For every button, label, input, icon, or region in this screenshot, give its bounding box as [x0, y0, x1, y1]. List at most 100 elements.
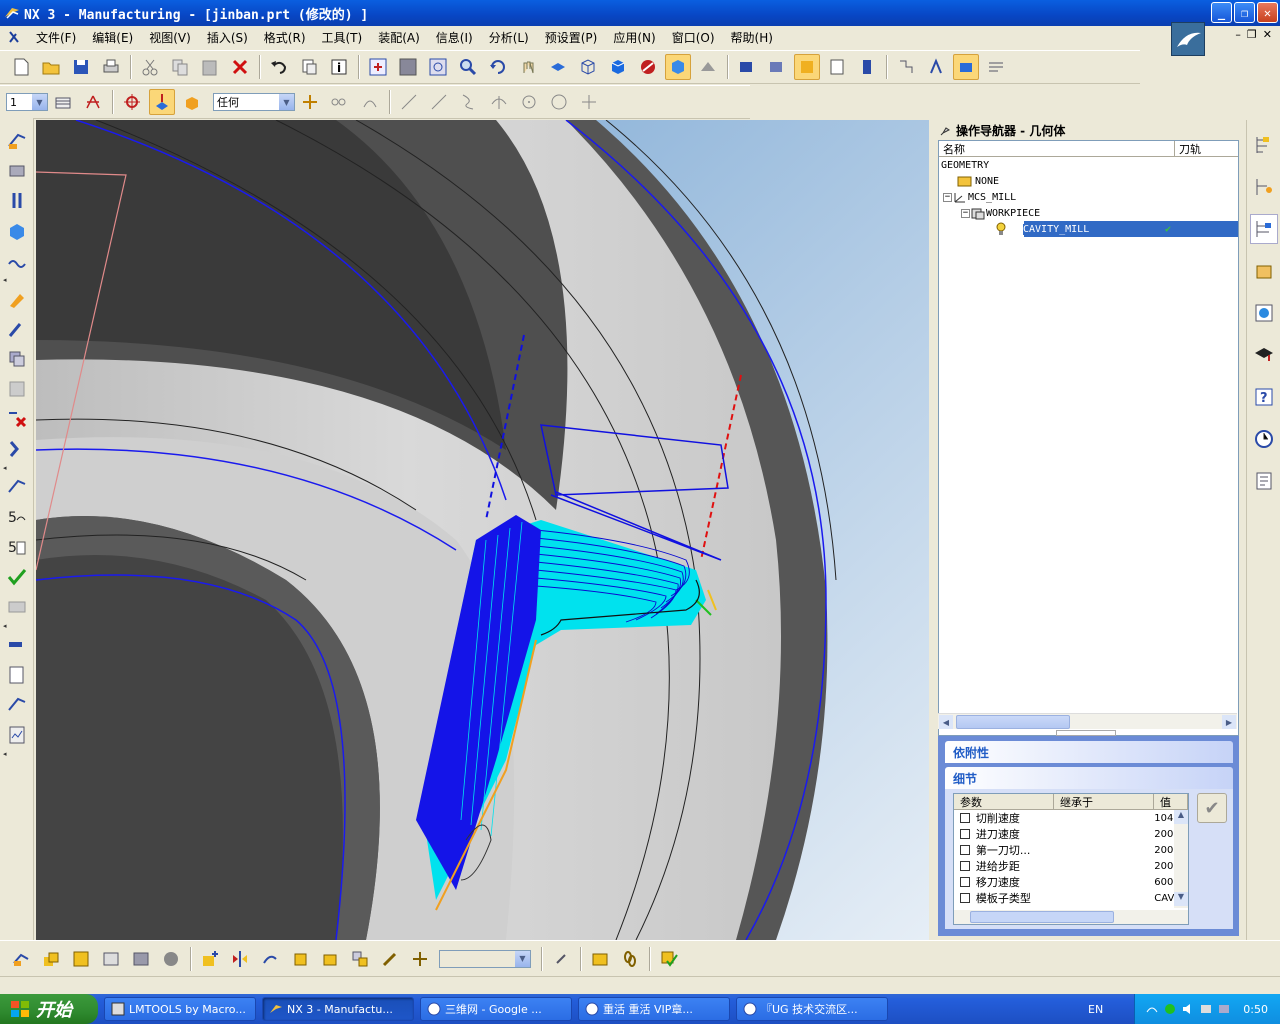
training-icon[interactable] — [1250, 340, 1278, 370]
copy-icon[interactable] — [167, 54, 193, 80]
output-cls-icon[interactable] — [4, 692, 30, 718]
params-hscrollbar[interactable] — [954, 910, 1188, 924]
pan-icon[interactable] — [515, 54, 541, 80]
scroll-left-icon[interactable]: ◀ — [939, 715, 953, 729]
column-value[interactable]: 值 — [1154, 794, 1188, 809]
open-folder-icon[interactable] — [38, 54, 64, 80]
menu-edit[interactable]: 编辑(E) — [84, 29, 141, 46]
chain-icon[interactable] — [327, 89, 353, 115]
point-icon[interactable] — [576, 89, 602, 115]
security-icon[interactable] — [1163, 1002, 1177, 1016]
sequence-icon[interactable] — [347, 946, 373, 972]
edit-object-icon[interactable] — [4, 286, 30, 312]
tree-row-geometry[interactable]: GEOMETRY — [939, 157, 1238, 173]
rotate-icon[interactable] — [485, 54, 511, 80]
param-row[interactable]: 进给步距 200 — [954, 858, 1188, 874]
cut-object-icon[interactable] — [4, 316, 30, 342]
shaded-display-icon[interactable] — [665, 54, 691, 80]
tree-row-cavity-mill[interactable]: CAVITY_MILL ✔ — [939, 221, 1238, 237]
zoom-box-icon[interactable] — [425, 54, 451, 80]
operation-navigator-tab-icon[interactable] — [1249, 214, 1278, 244]
select-body-icon[interactable] — [179, 89, 205, 115]
tray-app-icon[interactable] — [1217, 1002, 1231, 1016]
param-row[interactable]: 模板子类型 CAV — [954, 890, 1188, 906]
scroll-thumb[interactable] — [970, 911, 1114, 923]
menu-file[interactable]: 文件(F) — [28, 29, 84, 46]
param-checkbox[interactable] — [960, 861, 970, 871]
line-point-icon[interactable] — [426, 89, 452, 115]
link-icon[interactable] — [548, 946, 574, 972]
repeat-command-icon[interactable] — [296, 54, 322, 80]
param-row[interactable]: 第一刀切... 200 — [954, 842, 1188, 858]
restore-button[interactable]: ❐ — [1234, 2, 1255, 23]
column-param[interactable]: 参数 — [954, 794, 1054, 809]
create-method-icon[interactable] — [983, 54, 1009, 80]
reuse-library-icon[interactable] — [1250, 256, 1278, 286]
dependency-header[interactable]: 依附性 — [945, 741, 1233, 763]
generate-icon[interactable] — [4, 474, 30, 500]
information-icon[interactable]: i — [326, 54, 352, 80]
tree-row-mcs-mill[interactable]: − MCS_MILL — [939, 189, 1238, 205]
replay-icon[interactable]: 5 — [4, 504, 30, 530]
create-program-icon[interactable] — [4, 158, 30, 184]
arc-icon[interactable] — [486, 89, 512, 115]
kinematics-icon[interactable] — [158, 946, 184, 972]
scroll-right-icon[interactable]: ▶ — [1222, 715, 1236, 729]
column-name[interactable]: 名称 — [939, 141, 1175, 156]
param-checkbox[interactable] — [960, 845, 970, 855]
circle-point-icon[interactable] — [516, 89, 542, 115]
group-icon[interactable] — [287, 946, 313, 972]
section-view-icon[interactable] — [695, 54, 721, 80]
web-browser-icon[interactable] — [1250, 298, 1278, 328]
cad-model-view[interactable] — [36, 120, 929, 940]
params-vscrollbar[interactable]: ▲ ▼ — [1174, 810, 1188, 908]
paste-icon[interactable] — [197, 54, 223, 80]
menu-insert[interactable]: 插入(S) — [199, 29, 256, 46]
list-toolpath-icon[interactable]: 5 — [4, 534, 30, 560]
assign-feed-icon[interactable] — [38, 946, 64, 972]
menu-window[interactable]: 窗口(O) — [664, 29, 723, 46]
wcs-icon[interactable] — [854, 54, 880, 80]
undo-icon[interactable] — [266, 54, 292, 80]
history-icon[interactable] — [1250, 424, 1278, 454]
params-table[interactable]: 参数 继承于 值 切削速度 104 进刀速度 200 第一刀切... 200 进给步距… — [953, 793, 1189, 925]
assembly-navigator-icon[interactable] — [734, 54, 760, 80]
task-browser-2[interactable]: 重活 重活 VIP章... — [578, 997, 730, 1021]
verify-toolpath-icon[interactable] — [4, 564, 30, 590]
chain-link-icon[interactable] — [617, 946, 643, 972]
snap-point-icon[interactable] — [119, 89, 145, 115]
tree-horizontal-scrollbar[interactable]: ◀ ▶ — [938, 713, 1237, 729]
postprocess-icon[interactable] — [4, 632, 30, 658]
drawing-icon[interactable] — [824, 54, 850, 80]
menu-info[interactable]: 信息(I) — [428, 29, 481, 46]
tray-app-icon[interactable] — [1199, 1002, 1213, 1016]
machine-control-icon[interactable] — [4, 594, 30, 620]
part-navigator-tab-icon[interactable] — [1250, 172, 1278, 202]
create-geometry-icon[interactable] — [953, 54, 979, 80]
scroll-down-icon[interactable]: ▼ — [1174, 892, 1188, 906]
copy-object-icon[interactable] — [4, 346, 30, 372]
menu-tools[interactable]: 工具(T) — [314, 29, 371, 46]
param-checkbox[interactable] — [960, 893, 970, 903]
scroll-up-icon[interactable]: ▲ — [1174, 810, 1188, 824]
system-materials-icon[interactable] — [1250, 466, 1278, 496]
print-icon[interactable] — [98, 54, 124, 80]
hide-icon[interactable] — [635, 54, 661, 80]
tree-row-none[interactable]: NONE — [939, 173, 1238, 189]
menu-view[interactable]: 视图(V) — [141, 29, 199, 46]
part-navigator-icon[interactable] — [764, 54, 790, 80]
shop-doc-icon[interactable] — [4, 662, 30, 688]
apply-check-button[interactable]: ✔ — [1197, 793, 1227, 823]
mirror-icon[interactable] — [227, 946, 253, 972]
param-checkbox[interactable] — [960, 877, 970, 887]
add-feature-icon[interactable] — [197, 946, 223, 972]
task-lmtools[interactable]: LMTOOLS by Macro... — [104, 997, 256, 1021]
tool-library-icon[interactable] — [128, 946, 154, 972]
stock-icon[interactable] — [587, 946, 613, 972]
start-button[interactable]: 开始 — [0, 994, 98, 1024]
column-inherited[interactable]: 继承于 — [1054, 794, 1154, 809]
create-tool-icon[interactable] — [923, 54, 949, 80]
select-feature-icon[interactable] — [149, 89, 175, 115]
create-geometry-icon[interactable] — [4, 218, 30, 244]
cut-icon[interactable] — [137, 54, 163, 80]
